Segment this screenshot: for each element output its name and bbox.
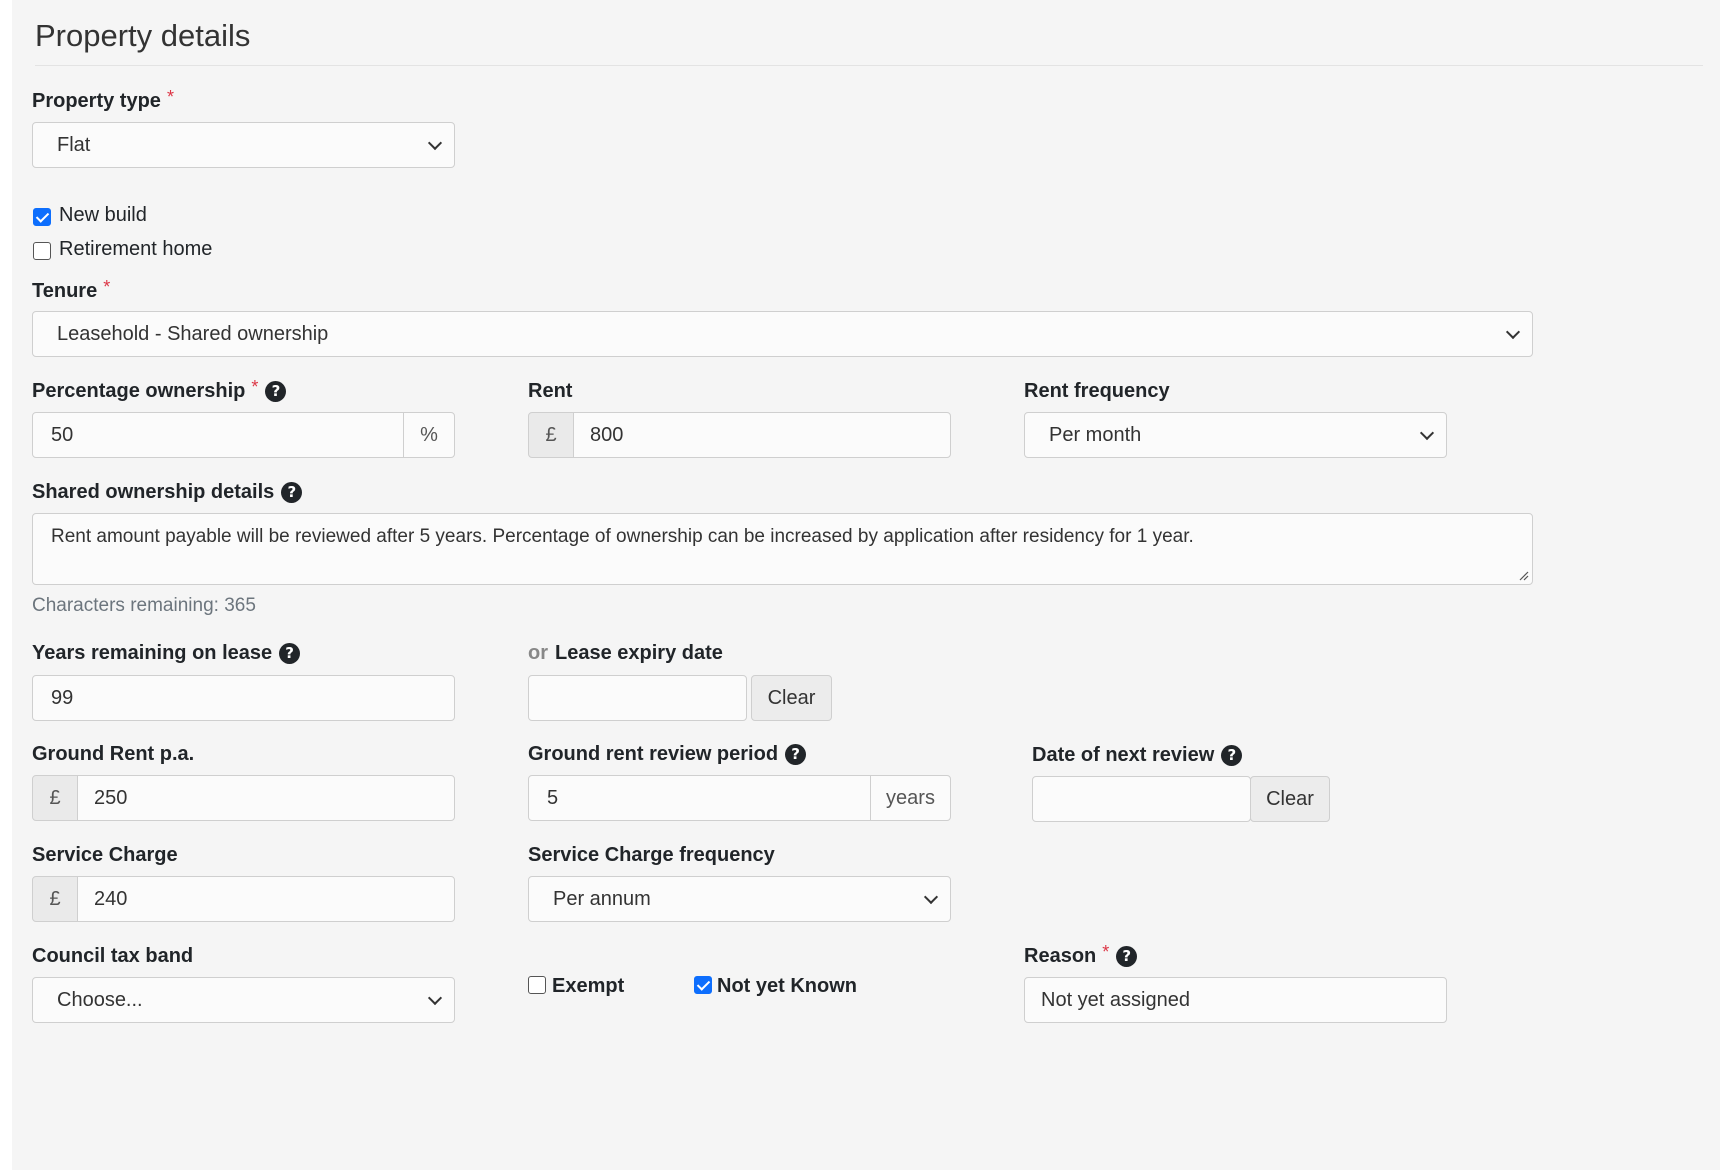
property-type-label-text: Property type xyxy=(32,89,161,112)
chevron-down-icon xyxy=(1505,324,1521,340)
ground-rent-input[interactable]: 250 xyxy=(77,775,455,821)
percentage-ownership-input[interactable]: 50 xyxy=(32,412,404,458)
shared-ownership-details-label: Shared ownership details ? xyxy=(32,479,303,505)
next-review-date-input[interactable] xyxy=(1032,776,1251,822)
shared-ownership-details-label-text: Shared ownership details xyxy=(32,480,275,503)
exempt-label: Exempt xyxy=(552,975,625,997)
question-circle-icon[interactable]: ? xyxy=(785,743,807,765)
council-tax-band-label: Council tax band xyxy=(32,944,194,967)
service-charge-frequency-value: Per annum xyxy=(553,887,651,910)
service-charge-input[interactable]: 240 xyxy=(77,876,455,922)
years-remaining-label-text: Years remaining on lease xyxy=(32,641,273,664)
not-yet-known-checkbox[interactable] xyxy=(694,976,712,994)
years-suffix: years xyxy=(870,775,951,821)
rent-value: 800 xyxy=(590,423,624,446)
question-circle-icon[interactable]: ? xyxy=(281,481,303,503)
tenure-select[interactable]: Leasehold - Shared ownership xyxy=(32,311,1533,357)
shared-ownership-details-textarea[interactable]: Rent amount payable will be reviewed aft… xyxy=(32,513,1533,585)
reason-value: Not yet assigned xyxy=(1041,988,1190,1011)
required-mark: * xyxy=(166,86,174,107)
exempt-checkbox[interactable] xyxy=(528,976,546,994)
property-type-label: Property type * xyxy=(32,86,174,114)
rent-input[interactable]: 800 xyxy=(573,412,951,458)
service-charge-frequency-label: Service Charge frequency xyxy=(528,843,775,866)
characters-remaining: Characters remaining: 365 xyxy=(32,595,256,616)
ground-rent-review-label-text: Ground rent review period xyxy=(528,742,779,765)
property-details-panel: Property details Property type * Flat Ne… xyxy=(12,0,1720,1170)
required-mark: * xyxy=(1102,941,1110,962)
question-circle-icon[interactable]: ? xyxy=(265,380,287,402)
required-mark: * xyxy=(251,376,259,397)
service-charge-frequency-select[interactable]: Per annum xyxy=(528,876,951,922)
retirement-home-checkbox[interactable] xyxy=(33,242,51,260)
ground-rent-review-label: Ground rent review period ? xyxy=(528,741,807,767)
lease-expiry-label-text: Lease expiry date xyxy=(555,641,723,664)
chevron-down-icon xyxy=(427,135,443,151)
years-remaining-value: 99 xyxy=(51,686,74,709)
years-remaining-input[interactable]: 99 xyxy=(32,675,455,721)
next-review-label: Date of next review ? xyxy=(1032,742,1243,768)
rent-frequency-select[interactable]: Per month xyxy=(1024,412,1447,458)
ground-rent-value: 250 xyxy=(94,786,128,809)
or-text: or xyxy=(528,641,548,664)
lease-expiry-label: or Lease expiry date xyxy=(528,640,723,666)
ground-rent-review-value: 5 xyxy=(547,786,559,809)
retirement-home-label: Retirement home xyxy=(59,238,213,260)
service-charge-label: Service Charge xyxy=(32,843,178,866)
tenure-value: Leasehold - Shared ownership xyxy=(57,322,329,345)
chevron-down-icon xyxy=(427,990,443,1006)
tenure-label: Tenure * xyxy=(32,276,111,304)
title-divider xyxy=(35,65,1703,66)
percentage-ownership-label: Percentage ownership * ? xyxy=(32,376,287,404)
council-tax-band-value: Choose... xyxy=(57,988,143,1011)
next-review-label-text: Date of next review xyxy=(1032,743,1215,766)
percentage-ownership-value: 50 xyxy=(51,423,74,446)
question-circle-icon[interactable]: ? xyxy=(279,642,301,664)
reason-label: Reason * ? xyxy=(1024,941,1138,969)
property-type-select[interactable]: Flat xyxy=(32,122,455,168)
chevron-down-icon xyxy=(923,889,939,905)
required-mark: * xyxy=(103,276,111,297)
rent-frequency-label: Rent frequency xyxy=(1024,379,1170,402)
property-type-value: Flat xyxy=(57,133,91,156)
ground-rent-label: Ground Rent p.a. xyxy=(32,742,195,765)
council-tax-band-select[interactable]: Choose... xyxy=(32,977,455,1023)
ground-rent-review-input[interactable]: 5 xyxy=(528,775,871,821)
new-build-checkbox[interactable] xyxy=(33,208,51,226)
next-review-clear-button[interactable]: Clear xyxy=(1250,776,1330,822)
pound-prefix: £ xyxy=(32,775,78,821)
lease-expiry-date-input[interactable] xyxy=(528,675,747,721)
years-remaining-label: Years remaining on lease ? xyxy=(32,640,301,666)
tenure-label-text: Tenure xyxy=(32,279,98,302)
rent-label: Rent xyxy=(528,379,573,402)
shared-ownership-details-value: Rent amount payable will be reviewed aft… xyxy=(51,526,1194,547)
not-yet-known-label: Not yet Known xyxy=(717,975,857,997)
chevron-down-icon xyxy=(1419,425,1435,441)
percentage-ownership-label-text: Percentage ownership xyxy=(32,379,246,402)
lease-expiry-clear-button[interactable]: Clear xyxy=(751,675,832,721)
new-build-label: New build xyxy=(59,204,147,226)
service-charge-value: 240 xyxy=(94,887,128,910)
question-circle-icon[interactable]: ? xyxy=(1221,744,1243,766)
rent-frequency-value: Per month xyxy=(1049,423,1142,446)
pound-prefix: £ xyxy=(32,876,78,922)
question-circle-icon[interactable]: ? xyxy=(1116,945,1138,967)
percent-suffix: % xyxy=(403,412,455,458)
resize-grip-icon[interactable] xyxy=(1519,571,1529,581)
pound-prefix: £ xyxy=(528,412,574,458)
reason-label-text: Reason xyxy=(1024,944,1097,967)
reason-input[interactable]: Not yet assigned xyxy=(1024,977,1447,1023)
section-title: Property details xyxy=(35,18,251,53)
